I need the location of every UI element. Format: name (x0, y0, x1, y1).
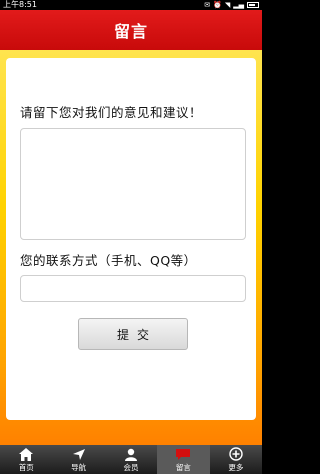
tab-member[interactable]: 会员 (105, 445, 157, 474)
contact-input[interactable] (20, 275, 246, 302)
tab-more[interactable]: 更多 (210, 445, 262, 474)
bottom-tab-bar: 首页 导航 会员 留言 更多 (0, 445, 262, 474)
member-icon (123, 447, 139, 461)
tab-message[interactable]: 留言 (157, 445, 210, 474)
page-title: 留言 (113, 22, 148, 41)
tab-label: 首页 (18, 463, 34, 472)
content-area: 请留下您对我们的意见和建议！ 您的联系方式（手机、QQ等） 提交 (0, 50, 262, 445)
wifi-icon: ◥ (224, 1, 231, 9)
battery-icon (247, 2, 259, 8)
navigation-icon (71, 447, 87, 461)
message-textarea[interactable] (20, 128, 246, 240)
tab-label: 导航 (71, 463, 87, 472)
contact-label: 您的联系方式（手机、QQ等） (20, 253, 197, 268)
message-icon (175, 447, 191, 461)
status-icons: ✉ ⏰ ◥ ▂▄ (204, 0, 259, 10)
tab-label: 留言 (175, 463, 191, 472)
feedback-prompt: 请留下您对我们的意见和建议！ (20, 105, 203, 120)
status-bar: 上午8:51 ✉ ⏰ ◥ ▂▄ (0, 0, 262, 10)
page-title-bar: 留言 (0, 10, 262, 50)
signal-icon: ▂▄ (233, 1, 244, 9)
form-panel: 请留下您对我们的意见和建议！ 您的联系方式（手机、QQ等） 提交 (6, 58, 256, 420)
tab-label: 更多 (228, 463, 244, 472)
mail-icon: ✉ (204, 1, 211, 9)
submit-button[interactable]: 提交 (78, 318, 188, 350)
tab-label: 会员 (123, 463, 139, 472)
tab-home[interactable]: 首页 (0, 445, 52, 474)
tab-navigation[interactable]: 导航 (52, 445, 104, 474)
status-time: 上午8:51 (3, 0, 37, 9)
more-icon (228, 447, 244, 461)
alarm-icon: ⏰ (213, 1, 222, 9)
home-icon (18, 447, 34, 461)
